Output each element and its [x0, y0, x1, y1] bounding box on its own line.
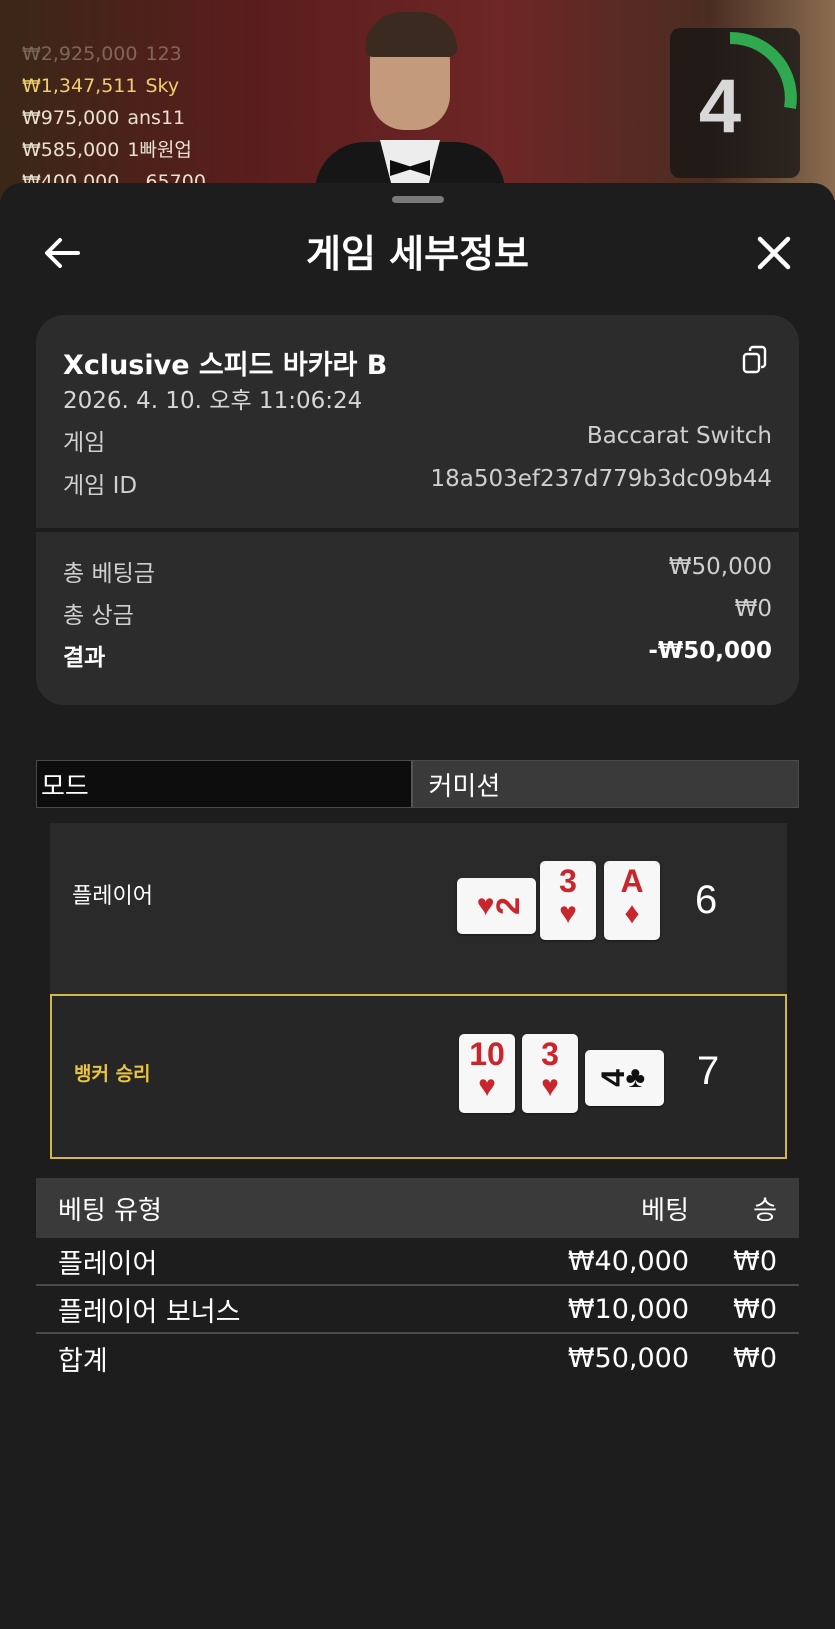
result-label: 결과: [63, 645, 106, 671]
win-amount: ₩0: [733, 1293, 777, 1325]
banker-hand: 뱅커 승리 10 ♥ 3 ♥ 4 ♣ 7: [50, 994, 787, 1159]
col-bet: 베팅: [641, 1195, 689, 1226]
table-row: 플레이어 ₩40,000 ₩0: [36, 1238, 799, 1286]
round-timer: 4: [670, 28, 800, 178]
bets-table: 베팅 유형 베팅 승 플레이어 ₩40,000 ₩0 플레이어 보너스 ₩10,…: [36, 1178, 799, 1382]
banker-score: 7: [697, 1049, 720, 1093]
player-score: 6: [695, 878, 718, 922]
game-type-label: 게임: [63, 430, 106, 456]
bet-amount: ₩10,000: [567, 1293, 689, 1325]
game-name: Xclusive 스피드 바카라 B: [63, 350, 388, 381]
divider: [36, 528, 799, 532]
player-label: 플레이어: [72, 884, 153, 909]
total-bet-label: 총 베팅금: [63, 561, 155, 587]
total-label: 합계: [58, 1345, 108, 1377]
bet-type: 플레이어 보너스: [58, 1296, 241, 1328]
playing-card: 10 ♥: [459, 1034, 515, 1113]
leaderboard-row: ₩2,925,000 123: [22, 43, 182, 65]
winners-leaderboard: ₩2,925,000 123 ₩1,347,511 Sky ₩975,000 ans1…: [22, 38, 206, 198]
player-hand: 플레이어 ♥ 2 3 ♥ A ♦ 6: [50, 823, 787, 988]
close-icon: [757, 236, 791, 270]
result-value: -₩50,000: [648, 638, 772, 664]
game-type-row: 게임 Baccarat Switch: [63, 423, 772, 457]
playing-card: 4 ♣: [585, 1050, 664, 1106]
playing-card: 3 ♥: [540, 861, 596, 940]
game-id-label: 게임 ID: [63, 473, 138, 499]
total-win-value: ₩0: [734, 596, 772, 622]
leaderboard-row: ₩585,000 1빠원업: [22, 139, 192, 161]
game-summary-card: Xclusive 스피드 바카라 B 2026. 4. 10. 오후 11:06…: [36, 315, 799, 705]
game-id-row: 게임 ID 18a503ef237d779b3dc09b44: [63, 466, 772, 500]
hands-area: 플레이어 ♥ 2 3 ♥ A ♦ 6 뱅커 승리 10 ♥ 3 ♥ 4 ♣ 7: [50, 823, 787, 1159]
total-win-label: 총 상금: [63, 603, 134, 629]
total-bet-row: 총 베팅금 ₩50,000: [63, 554, 772, 588]
live-video-background: ₩2,925,000 123 ₩1,347,511 Sky ₩975,000 ans1…: [0, 0, 835, 200]
leaderboard-row: ₩975,000 ans11: [22, 107, 186, 129]
table-total-row: 합계 ₩50,000 ₩0: [36, 1334, 799, 1382]
dealer-image: [305, 12, 515, 200]
copy-button[interactable]: [740, 345, 770, 375]
col-bet-type: 베팅 유형: [58, 1195, 162, 1226]
banker-win-label: 뱅커 승리: [74, 1063, 151, 1085]
copy-icon: [742, 345, 767, 374]
total-win: ₩0: [733, 1342, 777, 1374]
drag-handle[interactable]: [392, 196, 444, 203]
mode-tabs: 모드 커미션: [36, 760, 799, 808]
timer-count: 4: [698, 64, 742, 149]
col-win: 승: [753, 1195, 777, 1226]
game-datetime: 2026. 4. 10. 오후 11:06:24: [63, 388, 363, 414]
bet-type: 플레이어: [58, 1248, 158, 1280]
tab-mode[interactable]: 모드: [37, 761, 413, 807]
total-win-row: 총 상금 ₩0: [63, 596, 772, 630]
table-row: 플레이어 보너스 ₩10,000 ₩0: [36, 1286, 799, 1334]
leaderboard-row: ₩1,347,511 Sky: [22, 75, 180, 97]
page-title: 게임 세부정보: [306, 232, 529, 276]
win-amount: ₩0: [733, 1245, 777, 1277]
playing-card: ♥ 2: [457, 878, 536, 934]
game-details-panel: 게임 세부정보 Xclusive 스피드 바카라 B 2026. 4. 10. …: [0, 183, 835, 1629]
table-header: 베팅 유형 베팅 승: [36, 1178, 799, 1238]
game-id-value: 18a503ef237d779b3dc09b44: [430, 466, 772, 492]
game-type-value: Baccarat Switch: [586, 423, 772, 449]
bet-amount: ₩40,000: [567, 1245, 689, 1277]
playing-card: A ♦: [604, 861, 660, 940]
total-bet: ₩50,000: [567, 1342, 689, 1374]
tab-commission[interactable]: 커미션: [412, 761, 798, 807]
close-button[interactable]: [752, 231, 796, 275]
result-row: 결과 -₩50,000: [63, 638, 772, 672]
total-bet-value: ₩50,000: [668, 554, 772, 580]
playing-card: 3 ♥: [522, 1034, 578, 1113]
